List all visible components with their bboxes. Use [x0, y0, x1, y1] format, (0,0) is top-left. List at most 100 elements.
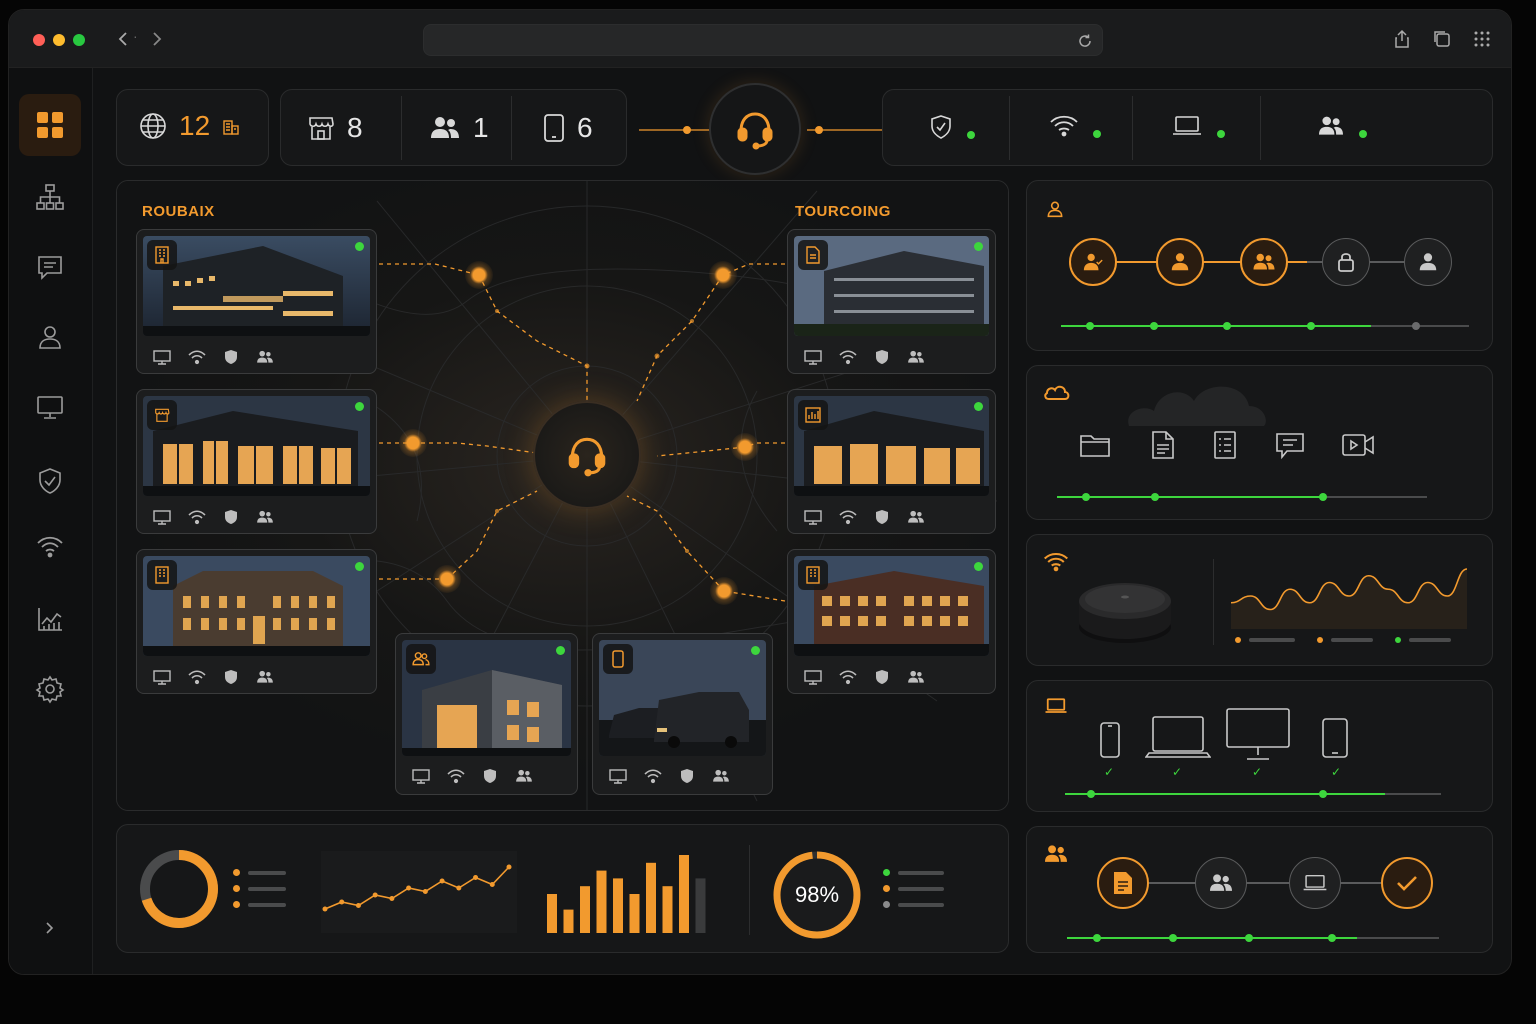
site-card[interactable] — [136, 229, 377, 374]
volume-bar-chart[interactable] — [547, 851, 727, 933]
site-card[interactable] — [136, 549, 377, 694]
map-node[interactable] — [399, 429, 427, 457]
volume-bar[interactable] — [563, 909, 574, 933]
apps-grid-icon[interactable] — [1471, 28, 1493, 50]
process-step-device[interactable] — [1289, 857, 1341, 909]
document-icon[interactable] — [1151, 430, 1175, 460]
workflow-step-users[interactable] — [1240, 238, 1288, 286]
map-node[interactable] — [731, 433, 759, 461]
support-hub-button[interactable] — [709, 83, 801, 175]
forward-icon[interactable] — [145, 28, 167, 50]
sidebar-item-user[interactable] — [19, 306, 81, 368]
usage-donut-chart[interactable] — [137, 847, 221, 931]
close-window-button[interactable] — [33, 34, 45, 46]
status-wifi[interactable] — [1049, 114, 1101, 138]
process-step-complete[interactable] — [1381, 857, 1433, 909]
volume-bar[interactable] — [695, 878, 706, 933]
trend-point[interactable] — [489, 882, 495, 887]
signal-wave-chart[interactable] — [1227, 559, 1471, 629]
process-step-document[interactable] — [1097, 857, 1149, 909]
cloud-files-panel[interactable] — [1026, 365, 1493, 520]
address-bar[interactable] — [423, 24, 1103, 56]
volume-bar[interactable] — [596, 870, 607, 933]
trend-point[interactable] — [389, 896, 395, 901]
site-card[interactable] — [787, 229, 996, 374]
workflow-step-user[interactable] — [1156, 238, 1204, 286]
status-security[interactable] — [929, 114, 975, 140]
trend-point[interactable] — [456, 885, 462, 891]
share-icon[interactable] — [1391, 28, 1413, 50]
maximize-window-button[interactable] — [73, 34, 85, 46]
expand-sidebar-icon[interactable] — [41, 920, 57, 936]
video-icon[interactable] — [1341, 432, 1375, 458]
status-laptop[interactable] — [1171, 114, 1225, 138]
folder-icon[interactable] — [1079, 432, 1111, 458]
shield-icon — [225, 350, 237, 364]
trend-point[interactable] — [322, 906, 328, 912]
map-node[interactable] — [710, 577, 738, 605]
workflow-step-user-check[interactable] — [1069, 238, 1117, 286]
devices-panel[interactable]: ✓ ✓ ✓ ✓ — [1026, 680, 1493, 812]
onboarding-process-panel[interactable] — [1026, 826, 1493, 953]
volume-bar[interactable] — [629, 894, 640, 933]
trend-point[interactable] — [406, 885, 412, 891]
volume-bar[interactable] — [613, 878, 623, 933]
site-card[interactable] — [592, 633, 773, 795]
laptop-device-icon[interactable] — [1145, 715, 1211, 761]
map-node[interactable] — [433, 565, 461, 593]
workflow-step-user-pending[interactable] — [1404, 238, 1452, 286]
users-icon — [431, 117, 459, 138]
sites-count: 12 — [179, 110, 211, 141]
trend-point[interactable] — [422, 889, 428, 894]
minimize-window-button[interactable] — [53, 34, 65, 46]
site-card[interactable] — [395, 633, 578, 795]
trend-point[interactable] — [506, 864, 512, 870]
tablet-icon[interactable] — [1321, 717, 1349, 759]
list-icon[interactable] — [1213, 430, 1237, 460]
sidebar-item-wifi[interactable] — [19, 516, 81, 578]
sidebar-item-network[interactable] — [19, 166, 81, 228]
reload-icon[interactable] — [1076, 32, 1094, 50]
map-hub-button[interactable] — [533, 401, 641, 509]
sites-count-panel[interactable]: 12 — [116, 89, 269, 166]
sidebar-item-analytics[interactable] — [19, 588, 81, 650]
trend-point[interactable] — [355, 903, 361, 908]
map-node[interactable] — [709, 261, 737, 289]
monitor-icon[interactable] — [1225, 707, 1291, 761]
trend-point[interactable] — [339, 899, 345, 905]
back-icon[interactable] — [113, 28, 135, 50]
site-card[interactable] — [787, 389, 996, 534]
sidebar-item-monitor[interactable] — [19, 376, 81, 438]
volume-bar[interactable] — [580, 886, 590, 933]
users-icon — [1319, 116, 1343, 135]
trend-point[interactable] — [439, 878, 445, 884]
tabs-icon[interactable] — [1431, 28, 1453, 50]
progress-line — [1057, 496, 1325, 498]
map-node[interactable] — [465, 261, 493, 289]
workflow-step-lock[interactable] — [1322, 238, 1370, 286]
stores-stat[interactable]: 8 — [307, 112, 363, 144]
chat-icon[interactable] — [1275, 432, 1305, 460]
devices-stat[interactable]: 6 — [543, 112, 593, 144]
phone-icon[interactable] — [1099, 721, 1121, 759]
volume-bar[interactable] — [662, 886, 673, 933]
completion-gauge[interactable]: 98% — [771, 849, 863, 941]
process-step-team[interactable] — [1195, 857, 1247, 909]
user-workflow-panel[interactable] — [1026, 180, 1493, 351]
sidebar-item-messages[interactable] — [19, 236, 81, 298]
trend-point[interactable] — [372, 892, 378, 898]
sidebar-item-dashboard[interactable] — [19, 94, 81, 156]
trend-point[interactable] — [473, 875, 479, 880]
site-card[interactable] — [136, 389, 377, 534]
volume-bar[interactable] — [646, 862, 656, 933]
wifi-monitor-panel[interactable] — [1026, 534, 1493, 666]
sidebar-item-security[interactable] — [19, 450, 81, 512]
sidebar-item-settings[interactable] — [19, 658, 81, 720]
users-stat[interactable]: 1 — [429, 112, 489, 144]
users-icon — [713, 769, 729, 782]
site-card[interactable] — [787, 549, 996, 694]
status-users[interactable] — [1317, 114, 1367, 138]
volume-bar[interactable] — [679, 855, 689, 933]
trend-line-chart[interactable] — [321, 851, 517, 933]
volume-bar[interactable] — [547, 894, 557, 933]
